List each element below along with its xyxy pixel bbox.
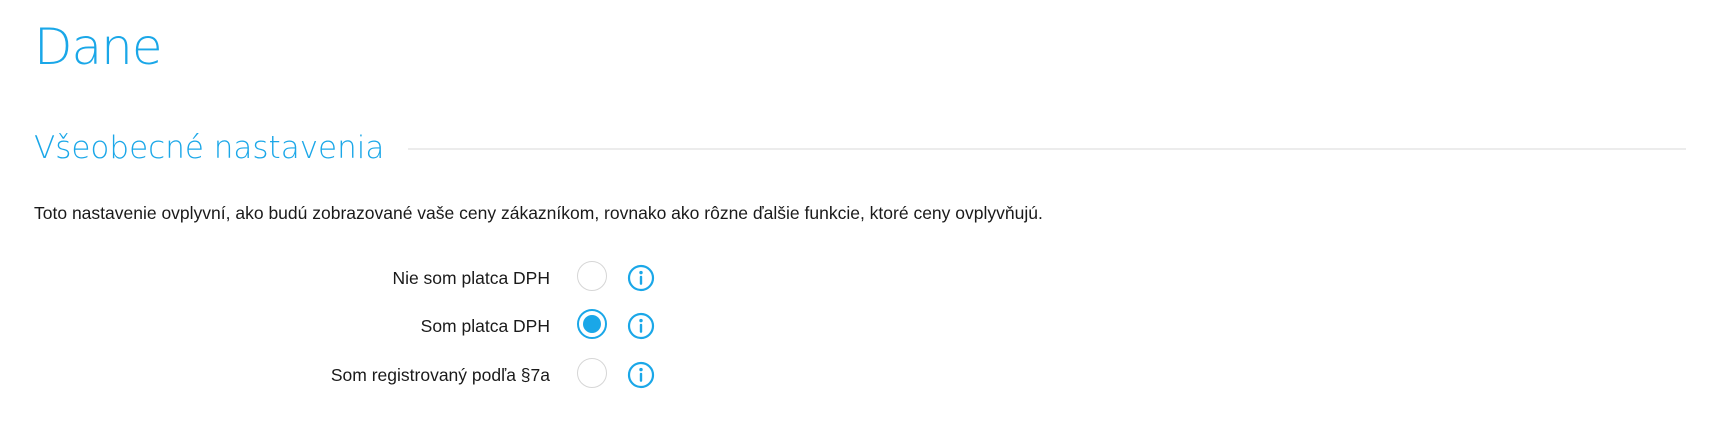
vat-option-not-payer: Nie som platca DPH xyxy=(0,260,680,296)
vat-option-payer: Som platca DPH xyxy=(0,308,680,344)
vat-option-registered-7a: Som registrovaný podľa §7a xyxy=(0,357,680,393)
vat-option-radio[interactable] xyxy=(577,358,607,388)
vat-option-radio[interactable] xyxy=(577,261,607,291)
section-header: Všeobecné nastavenia xyxy=(34,126,1686,170)
vat-option-radio[interactable] xyxy=(577,309,607,339)
vat-option-label[interactable]: Som registrovaný podľa §7a xyxy=(331,357,550,393)
vat-option-label[interactable]: Som platca DPH xyxy=(421,308,550,344)
page-title: Dane xyxy=(34,18,163,76)
section-divider xyxy=(408,148,1686,150)
vat-option-label[interactable]: Nie som platca DPH xyxy=(392,260,550,296)
info-icon[interactable] xyxy=(627,361,655,389)
info-icon[interactable] xyxy=(627,264,655,292)
section-description: Toto nastavenie ovplyvní, ako budú zobra… xyxy=(34,203,1043,223)
info-icon[interactable] xyxy=(627,312,655,340)
section-title: Všeobecné nastavenia xyxy=(34,130,385,166)
